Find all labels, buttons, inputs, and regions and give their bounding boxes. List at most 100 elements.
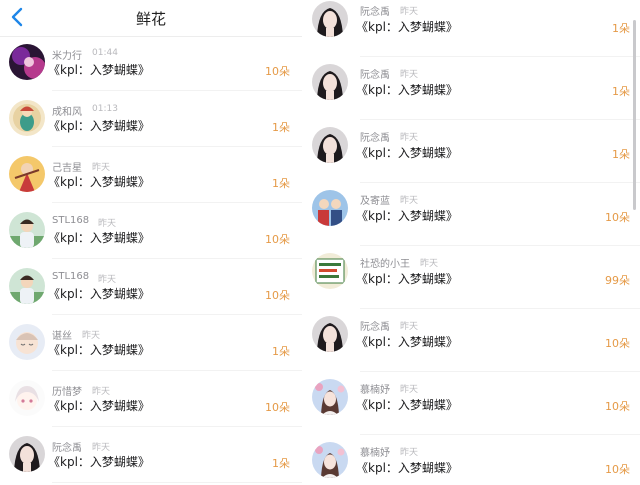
timestamp: 昨天 — [98, 275, 117, 285]
sender-name: 慕楠妤 — [360, 448, 390, 459]
timestamp: 昨天 — [98, 219, 117, 229]
list-item[interactable]: 阮念禹 昨天 《kpl：入梦蝴蝶》 1朵 — [302, 58, 640, 120]
timestamp: 昨天 — [92, 387, 111, 397]
avatar[interactable] — [9, 100, 45, 136]
row-divider — [360, 308, 640, 309]
list-item[interactable]: 阮念禹 昨天 《kpl：入梦蝴蝶》 1朵 — [302, 0, 640, 57]
avatar[interactable] — [9, 44, 45, 80]
timestamp: 昨天 — [400, 7, 419, 17]
list-item[interactable]: 慕楠妤 昨天 《kpl：入梦蝴蝶》 10朵 — [302, 436, 640, 485]
row-divider — [360, 371, 640, 372]
gift-title: 《kpl：入梦蝴蝶》 — [48, 119, 150, 133]
flower-count: 10朵 — [605, 211, 630, 224]
avatar[interactable] — [9, 436, 45, 472]
list-item[interactable]: 米力行 01:44 《kpl：入梦蝴蝶》 10朵 — [0, 36, 302, 92]
list-item[interactable]: 阮念禹 昨天《kpl：入梦蝴蝶》 10朵 — [302, 310, 640, 372]
flower-count: 1朵 — [272, 177, 290, 190]
sender-name: STL168 — [52, 215, 90, 226]
gift-title: 《kpl：入梦蝴蝶》 — [48, 399, 150, 413]
gift-title: 《kpl：入梦蝴蝶》 — [48, 175, 150, 189]
sender-name: 成和风 — [52, 107, 82, 118]
avatar[interactable] — [312, 253, 348, 289]
sender-name: 米力行 — [52, 51, 82, 62]
timestamp: 昨天 — [92, 163, 111, 173]
sender-name: 己吉星 — [52, 163, 82, 174]
avatar[interactable] — [312, 127, 348, 163]
sender-name: 及寄蓝 — [360, 196, 390, 207]
gift-title: 《kpl：入梦蝴蝶》 — [356, 20, 458, 34]
sender-name: 社恐的小王 — [360, 259, 410, 270]
gift-title: 《kpl：入梦蝴蝶》 — [48, 287, 150, 301]
row-divider — [360, 245, 640, 246]
list-item[interactable]: 阮念禹 昨天《kpl：入梦蝴蝶》 1朵 — [0, 428, 302, 484]
gift-title: 《kpl：入梦蝴蝶》 — [356, 209, 458, 223]
gift-title: 《kpl：入梦蝴蝶》 — [356, 335, 458, 349]
timestamp: 昨天 — [82, 331, 101, 341]
list-item[interactable]: 成和风 01:13 《kpl：入梦蝴蝶》 1朵 — [0, 92, 302, 148]
sender-name: STL168 — [52, 271, 90, 282]
row-divider — [52, 482, 302, 483]
avatar[interactable] — [9, 156, 45, 192]
flower-count: 10朵 — [605, 337, 630, 350]
avatar[interactable] — [312, 1, 348, 37]
gift-title: 《kpl：入梦蝴蝶》 — [356, 398, 458, 412]
timestamp: 昨天 — [400, 322, 419, 332]
avatar[interactable] — [9, 268, 45, 304]
avatar[interactable] — [9, 380, 45, 416]
flower-count: 1朵 — [272, 457, 290, 470]
list-item[interactable]: STL168 昨天《kpl：入梦蝴蝶》 10朵 — [0, 260, 302, 316]
flower-count: 10朵 — [605, 463, 630, 476]
left-panel: 鲜花 米力行 01:44 《kpl：入梦蝴蝶》 10朵 成和风 01:13 《kpl：入梦蝴… — [0, 0, 302, 485]
gift-title: 《kpl：入梦蝴蝶》 — [48, 455, 150, 469]
list-item[interactable]: 阮念禹 昨天 《kpl：入梦蝴蝶》 1朵 — [302, 121, 640, 183]
row-divider — [52, 314, 302, 315]
gift-title: 《kpl：入梦蝴蝶》 — [48, 231, 150, 245]
gift-title: 《kpl：入梦蝴蝶》 — [356, 272, 458, 286]
row-divider — [52, 202, 302, 203]
gift-title: 《kpl：入梦蝴蝶》 — [48, 63, 150, 77]
timestamp: 昨天 — [420, 259, 439, 269]
avatar[interactable] — [312, 316, 348, 352]
avatar[interactable] — [9, 212, 45, 248]
flower-count: 10朵 — [265, 401, 290, 414]
sender-name: 历惜梦 — [52, 387, 82, 398]
sender-name: 阮念禹 — [360, 322, 390, 333]
flower-count: 1朵 — [272, 121, 290, 134]
avatar[interactable] — [312, 64, 348, 100]
list-item[interactable]: 社恐的小王 昨天 《kpl：入梦蝴蝶》 99朵 — [302, 247, 640, 309]
timestamp: 01:44 — [92, 48, 118, 58]
timestamp: 01:13 — [92, 104, 118, 114]
timestamp: 昨天 — [400, 448, 419, 458]
row-divider — [360, 119, 640, 120]
sender-name: 阮念禹 — [52, 443, 82, 454]
gift-title: 《kpl：入梦蝴蝶》 — [48, 343, 150, 357]
page-title: 鲜花 — [135, 10, 166, 28]
scrollbar[interactable] — [633, 20, 636, 210]
timestamp: 昨天 — [400, 70, 419, 80]
flower-count: 10朵 — [265, 289, 290, 302]
row-divider — [52, 258, 302, 259]
flower-count: 1朵 — [612, 148, 630, 161]
list-item[interactable]: 谌丝 昨天 《kpl：入梦蝴蝶》 1朵 — [0, 316, 302, 372]
flower-count: 10朵 — [265, 233, 290, 246]
avatar[interactable] — [312, 379, 348, 415]
sender-name: 慕楠妤 — [360, 385, 390, 396]
timestamp: 昨天 — [400, 385, 419, 395]
avatar[interactable] — [312, 442, 348, 478]
list-item[interactable]: 历惜梦 昨天《kpl：入梦蝴蝶》 10朵 — [0, 372, 302, 428]
list-item[interactable]: 慕楠妤 昨天 《kpl：入梦蝴蝶》 10朵 — [302, 373, 640, 435]
row-divider — [52, 370, 302, 371]
avatar[interactable] — [9, 324, 45, 360]
row-divider — [360, 56, 640, 57]
flower-count: 10朵 — [265, 65, 290, 78]
list-item[interactable]: STL168 昨天《kpl：入梦蝴蝶》 10朵 — [0, 204, 302, 260]
sender-name: 阮念禹 — [360, 70, 390, 81]
row-divider — [360, 182, 640, 183]
sender-name: 阮念禹 — [360, 133, 390, 144]
timestamp: 昨天 — [92, 443, 111, 453]
list-item[interactable]: 及寄蓝 昨天 《kpl：入梦蝴蝶》 10朵 — [302, 184, 640, 246]
row-divider — [52, 146, 302, 147]
list-item[interactable]: 己吉星 昨天《kpl：入梦蝴蝶》 1朵 — [0, 148, 302, 204]
flower-count: 1朵 — [612, 85, 630, 98]
avatar[interactable] — [312, 190, 348, 226]
